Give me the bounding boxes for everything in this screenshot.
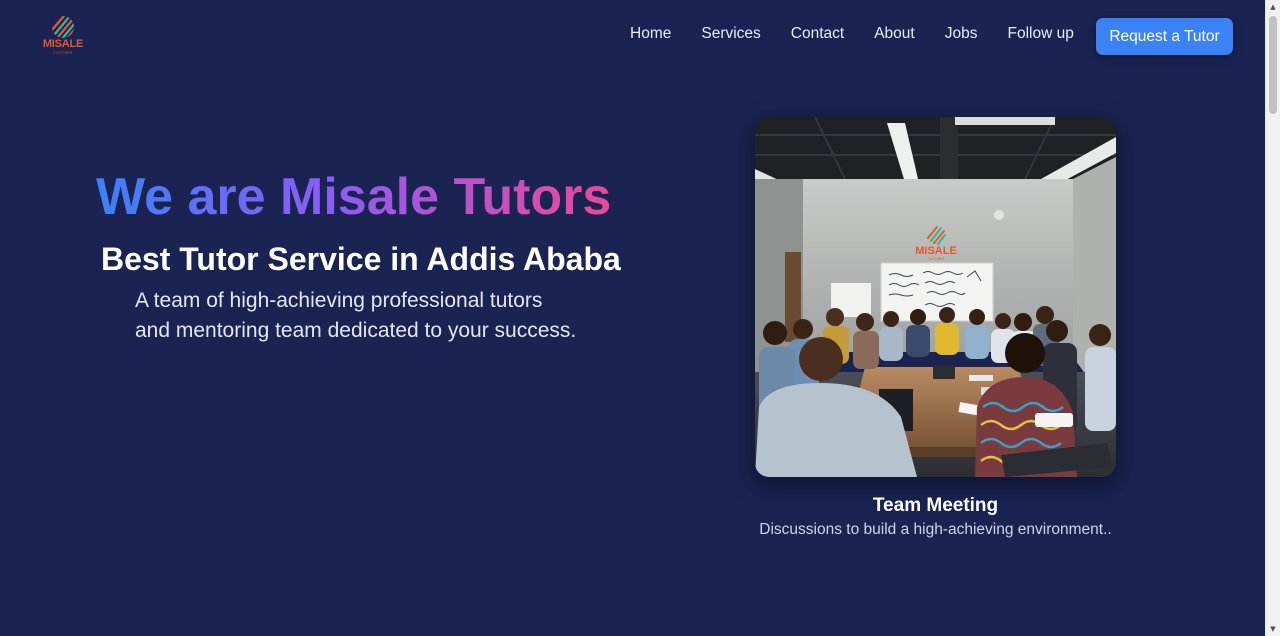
hero-subtitle: Best Tutor Service in Addis Ababa (101, 241, 621, 277)
hero-description-line-1: A team of high-achieving professional tu… (135, 289, 543, 312)
nav-about[interactable]: About (874, 24, 915, 44)
photo-wall-logo-subtitle: TUTORS (928, 256, 945, 261)
team-meeting-photo: MISALE TUTORS (755, 117, 1116, 477)
scroll-thumb[interactable] (1269, 16, 1277, 114)
photo-caption-text: Discussions to build a high-achieving en… (759, 521, 1112, 538)
hero-description-line-2: and mentoring team dedicated to your suc… (135, 319, 577, 342)
main-nav: Home Services Contact About Jobs Follow … (615, 24, 1089, 44)
nav-home[interactable]: Home (630, 24, 671, 44)
logo-subtitle: TUTORS (53, 50, 73, 55)
nav-jobs[interactable]: Jobs (945, 24, 978, 44)
nav-follow-up[interactable]: Follow up (1007, 24, 1073, 44)
hero-title: We are Misale Tutors (96, 168, 612, 226)
landing-page: MISALE TUTORS Home Services Contact Abou… (0, 0, 1266, 636)
nav-services[interactable]: Services (701, 24, 760, 44)
scroll-up-arrow-icon[interactable]: ▲ (1266, 0, 1280, 14)
logo-name: MISALE (42, 38, 84, 50)
photo-caption-title: Team Meeting (872, 495, 999, 516)
hero-description: A team of high-achieving professional tu… (135, 286, 655, 346)
nav-contact[interactable]: Contact (791, 24, 844, 44)
scroll-down-arrow-icon[interactable]: ▼ (1266, 622, 1280, 636)
site-logo[interactable]: MISALE TUTORS (40, 14, 86, 62)
logo-mark-icon (52, 16, 74, 38)
page-scrollbar[interactable]: ▲ ▼ (1265, 0, 1280, 636)
request-tutor-button[interactable]: Request a Tutor (1096, 18, 1233, 55)
